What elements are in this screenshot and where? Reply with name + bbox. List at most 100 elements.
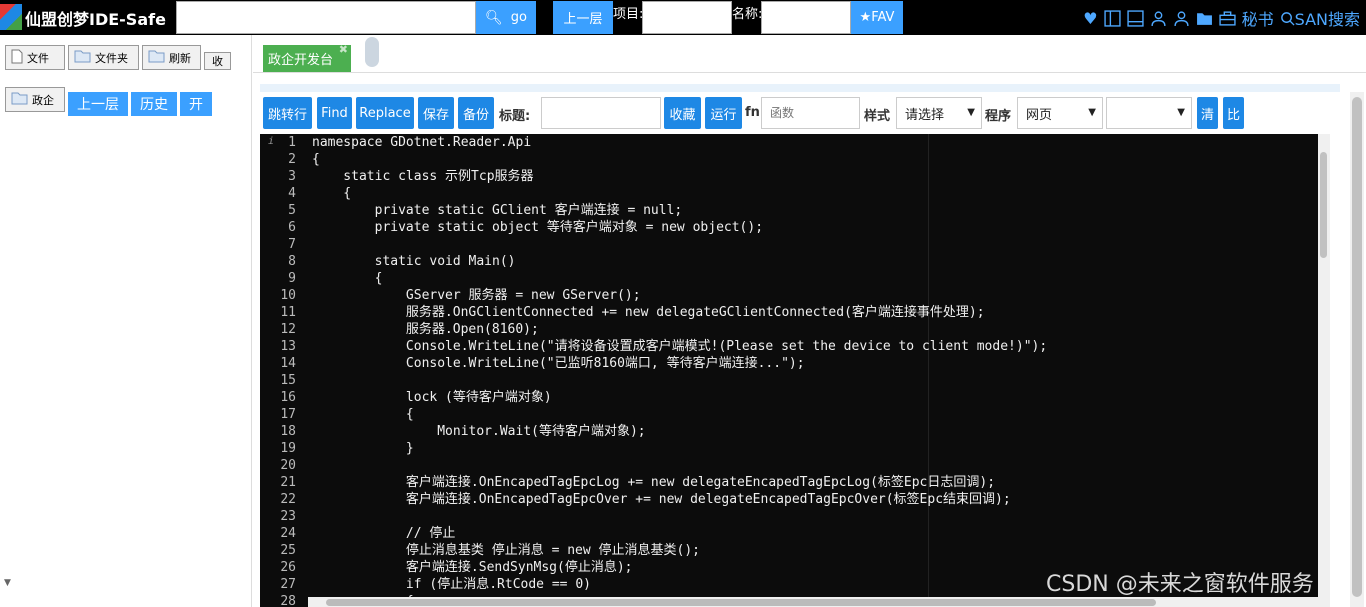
refresh-button[interactable]: 刷新 — [142, 45, 201, 70]
code-line[interactable] — [312, 457, 1318, 474]
code-line[interactable]: 客户端连接.OnEncapedTagEpcOver += new delegat… — [312, 491, 1318, 508]
line-number: 19 — [280, 441, 296, 456]
code-line[interactable]: Console.WriteLine("已监听8160端口, 等待客户端连接...… — [312, 355, 1318, 372]
chevron-down-icon: ▼ — [1177, 107, 1185, 118]
find-button[interactable]: Find — [317, 97, 352, 129]
code-content[interactable]: namespace GDotnet.Reader.Api{ static cla… — [312, 134, 1318, 607]
code-line[interactable]: namespace GDotnet.Reader.Api — [312, 134, 1318, 151]
run-button[interactable]: 运行 — [705, 97, 742, 129]
code-line[interactable]: private static object 等待客户端对象 = new obje… — [312, 219, 1318, 236]
style-label: 样式 — [864, 109, 891, 124]
code-line[interactable]: { — [312, 406, 1318, 423]
page-vertical-scrollbar[interactable] — [1350, 92, 1364, 607]
program-select[interactable]: 网页 ▼ — [1017, 97, 1103, 129]
title-input[interactable] — [541, 97, 661, 129]
fn-label: fn — [745, 105, 760, 120]
line-number: 18 — [280, 424, 296, 439]
heart-icon[interactable]: ♥ — [1083, 9, 1097, 28]
new-folder-button[interactable]: 文件夹 — [68, 45, 139, 70]
secretary-link[interactable]: 秘书 — [1242, 6, 1274, 30]
code-line[interactable]: 服务器.OnGClientConnected += new delegateGC… — [312, 304, 1318, 321]
line-number: 5 — [288, 203, 296, 218]
code-line[interactable]: 客户端连接.OnEncapedTagEpcLog += new delegate… — [312, 474, 1318, 491]
tab-scrollbar[interactable] — [365, 37, 379, 67]
bottom-panel-icon[interactable] — [1126, 9, 1144, 27]
line-number: 28 — [280, 594, 296, 607]
code-line[interactable] — [312, 508, 1318, 525]
code-line[interactable]: { — [312, 185, 1318, 202]
replace-button[interactable]: Replace — [356, 97, 414, 129]
go-button[interactable]: 🔍︎ go — [476, 1, 536, 34]
project-label: 项目: — [613, 7, 644, 22]
code-editor[interactable]: i 1 2 3 4 5 6 7 8 9 10 11 12 13 14 15 16 17 18 19 20 21 22 23 2… — [260, 134, 1318, 607]
up-level-button[interactable]: 上一层 — [553, 1, 613, 34]
top-icon-group: ♥ 秘书 SAN搜索 — [1083, 6, 1360, 30]
code-line[interactable] — [312, 372, 1318, 389]
user-alt-icon[interactable] — [1173, 10, 1190, 27]
tab-zhengqi-dev[interactable]: 政企开发台 ✖ — [263, 43, 351, 72]
style-select[interactable]: 请选择 ▼ — [896, 97, 982, 129]
code-line[interactable]: } — [312, 440, 1318, 457]
scroll-down-arrow-icon[interactable]: ▼ — [4, 578, 11, 588]
line-number: 13 — [280, 339, 296, 354]
line-number: 16 — [280, 390, 296, 405]
san-search-link[interactable]: SAN搜索 — [1280, 6, 1360, 30]
open-button[interactable]: 开 — [180, 92, 212, 116]
line-number: 17 — [280, 407, 296, 422]
folder-icon — [11, 92, 28, 108]
folder-item-zhengqi[interactable]: 政企 — [5, 87, 65, 112]
code-line[interactable]: 停止消息基类 停止消息 = new 停止消息基类(); — [312, 542, 1318, 559]
secondary-select[interactable]: ▼ — [1106, 97, 1192, 129]
scroll-thumb[interactable] — [1320, 152, 1327, 258]
save-button[interactable]: 保存 — [418, 97, 454, 129]
line-number: 20 — [280, 458, 296, 473]
code-line[interactable]: 服务器.Open(8160); — [312, 321, 1318, 338]
line-number: 22 — [280, 492, 296, 507]
collapse-button[interactable]: 收 — [204, 52, 231, 70]
scroll-thumb[interactable] — [326, 599, 1156, 606]
name-input[interactable] — [761, 1, 851, 34]
code-line[interactable]: { — [312, 151, 1318, 168]
compare-button[interactable]: 比 — [1223, 97, 1244, 129]
folder-icon[interactable] — [1196, 10, 1213, 27]
code-line[interactable]: static void Main() — [312, 253, 1318, 270]
sidebar-layout-icon[interactable] — [1103, 9, 1121, 27]
backup-button[interactable]: 备份 — [458, 97, 494, 129]
code-line[interactable]: GServer 服务器 = new GServer(); — [312, 287, 1318, 304]
collect-button[interactable]: 收藏 — [664, 97, 701, 129]
code-line[interactable]: lock (等待客户端对象) — [312, 389, 1318, 406]
line-number: 8 — [288, 254, 296, 269]
clear-button[interactable]: 清 — [1197, 97, 1218, 129]
code-line[interactable]: private static GClient 客户端连接 = null; — [312, 202, 1318, 219]
editor-horizontal-scrollbar[interactable] — [308, 597, 1318, 607]
code-line[interactable] — [312, 236, 1318, 253]
line-number: 10 — [280, 288, 296, 303]
code-line[interactable]: static class 示例Tcp服务器 — [312, 168, 1318, 185]
new-file-button[interactable]: 文件 — [5, 45, 65, 70]
user-icon[interactable] — [1150, 10, 1167, 27]
scroll-thumb[interactable] — [1352, 97, 1362, 597]
jump-line-button[interactable]: 跳转行 — [263, 97, 312, 129]
close-icon[interactable]: ✖ — [339, 43, 348, 56]
chevron-down-icon: ▼ — [1088, 107, 1096, 118]
editor-vertical-scrollbar[interactable] — [1318, 134, 1330, 607]
line-number-gutter: 1 2 3 4 5 6 7 8 9 10 11 12 13 14 15 16 17 18 19 20 21 22 23 24 2… — [260, 134, 304, 607]
title-label: 标题: — [499, 109, 531, 124]
project-input[interactable] — [642, 1, 732, 34]
app-logo — [0, 4, 22, 30]
code-line[interactable]: Monitor.Wait(等待客户端对象); — [312, 423, 1318, 440]
line-number: 21 — [280, 475, 296, 490]
line-number: 12 — [280, 322, 296, 337]
editor-toolbar: 跳转行 Find Replace 保存 备份 标题: 收藏 运行 fn 样式 请… — [260, 92, 1320, 134]
sub-bar — [260, 84, 1340, 92]
code-line[interactable]: Console.WriteLine("请将设备设置成客户端模式!(Please … — [312, 338, 1318, 355]
history-button[interactable]: 历史 — [131, 92, 177, 116]
code-line[interactable]: // 停止 — [312, 525, 1318, 542]
function-input[interactable] — [761, 97, 860, 129]
briefcase-icon[interactable] — [1218, 10, 1236, 27]
code-line[interactable]: { — [312, 270, 1318, 287]
fav-button[interactable]: ★FAV — [851, 1, 903, 34]
left-up-level-button[interactable]: 上一层 — [68, 92, 128, 116]
path-input[interactable] — [176, 1, 476, 34]
line-number: 14 — [280, 356, 296, 371]
